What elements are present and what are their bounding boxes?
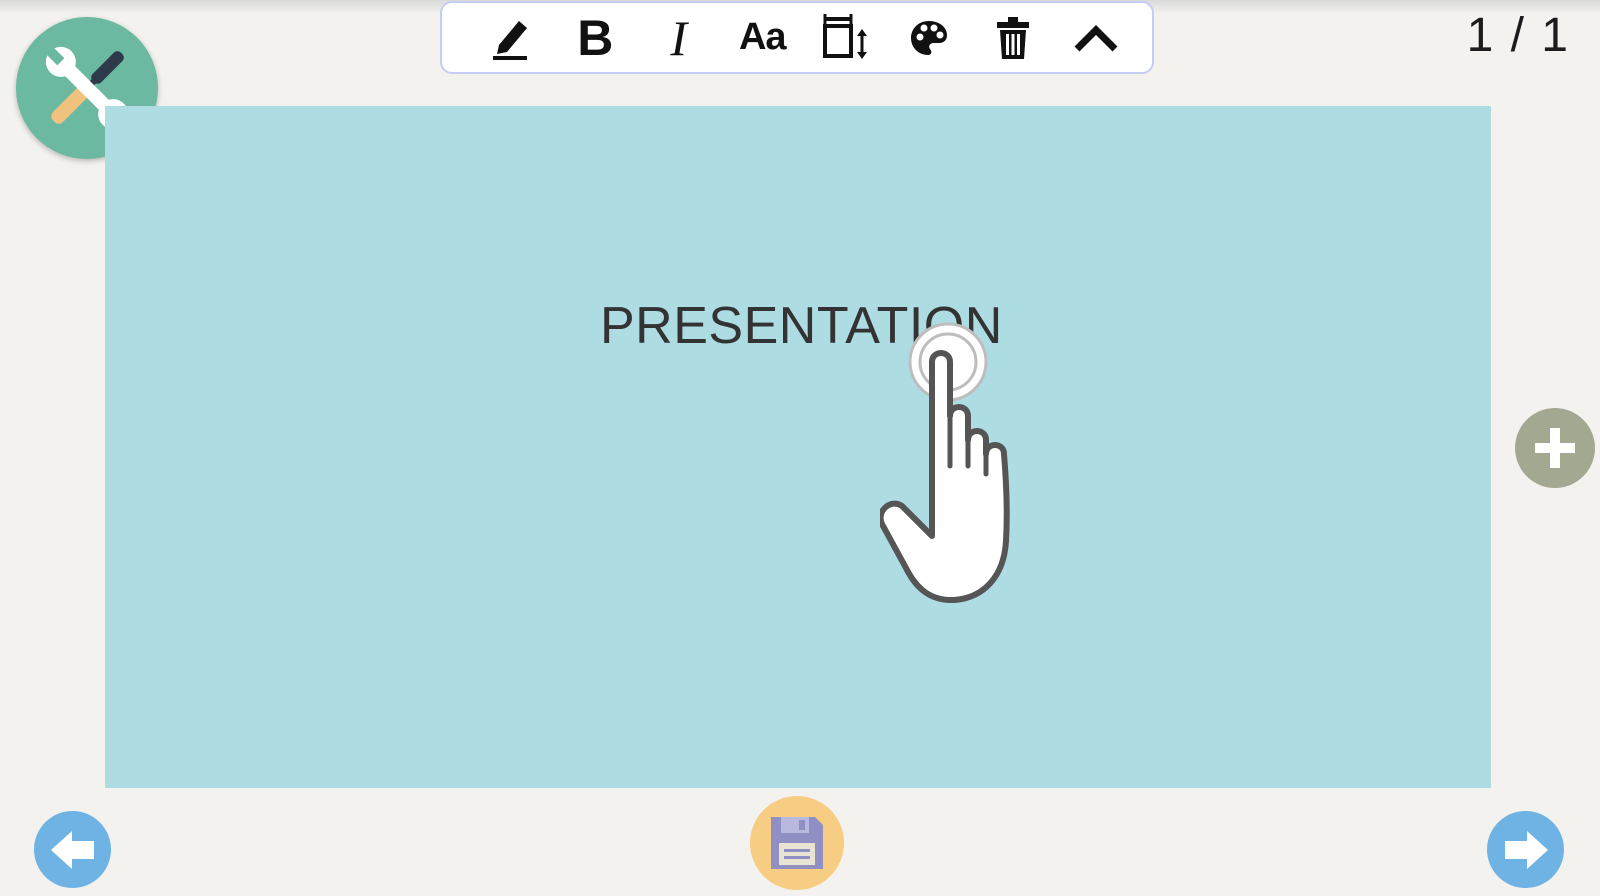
arrow-right-icon [1504,830,1548,869]
font-size-icon: Aa [738,16,787,58]
page-counter: 1 / 1 [1466,9,1570,62]
add-slide-button[interactable] [1515,408,1595,488]
tap-hand-icon [877,316,1080,611]
bold-icon: B [577,9,614,66]
palette-icon [911,20,948,55]
arrow-left-icon [50,830,94,869]
previous-slide-button[interactable] [34,811,111,888]
next-slide-button[interactable] [1487,811,1564,888]
font-size-button[interactable]: Aa [721,8,805,68]
italic-button[interactable]: I [637,8,721,68]
format-toolbar: B I Aa [440,1,1154,74]
plus-icon [1535,428,1575,468]
color-button[interactable] [888,8,972,68]
slide-canvas[interactable]: PRESENTATION [105,106,1491,788]
resize-icon [822,13,867,59]
collapse-toolbar-button[interactable] [1055,8,1139,68]
delete-button[interactable] [971,8,1055,68]
trash-icon [996,16,1029,59]
pen-button[interactable] [470,8,554,68]
floppy-disk-icon [771,817,823,869]
collapse-chevron-icon [1074,24,1118,51]
resize-button[interactable] [804,8,888,68]
italic-icon: I [670,9,688,66]
save-button[interactable] [750,796,844,890]
pen-icon [492,20,527,60]
bold-button[interactable]: B [554,8,638,68]
